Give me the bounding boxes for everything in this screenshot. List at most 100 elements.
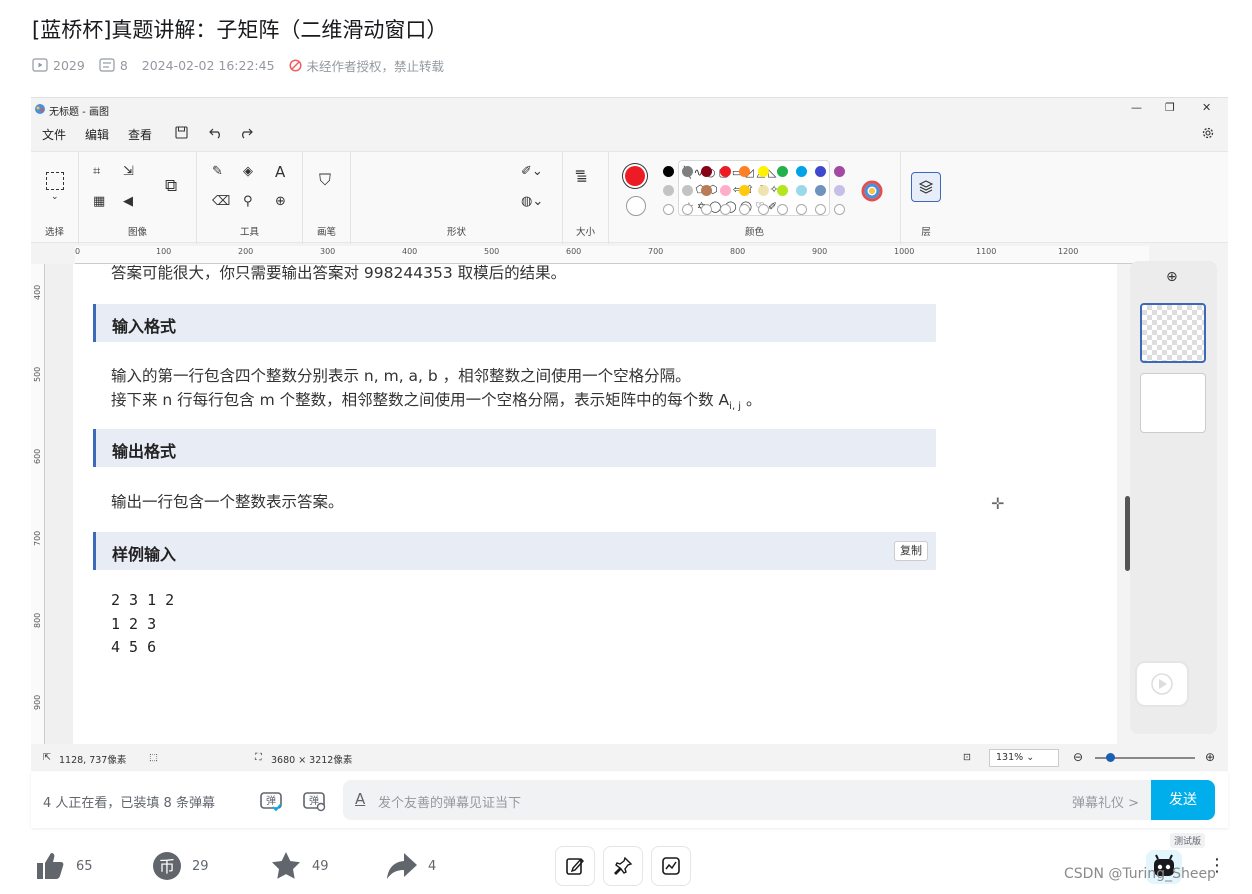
crop-icon[interactable]: ⌗: [93, 164, 100, 179]
edit-note-icon: [566, 857, 584, 875]
redo-icon[interactable]: [239, 126, 253, 139]
zoom-in-icon[interactable]: ⊕: [1205, 750, 1215, 764]
like-button[interactable]: 65: [34, 846, 93, 886]
layer-thumbnail[interactable]: [1140, 303, 1206, 363]
danmaku-settings-icon[interactable]: 弹: [301, 787, 327, 813]
secondary-color-swatch[interactable]: [626, 196, 646, 216]
play-icon: [1151, 673, 1173, 695]
video-player[interactable]: 无标题 - 画图 — ❐ ✕ 文件 编辑 查看 ⌄ 选择 ⌗ ⇲ ▦ ◀ ⧉ 图…: [31, 97, 1228, 771]
empty-color-slot[interactable]: [758, 204, 769, 215]
paint-menubar: 文件 编辑 查看: [31, 122, 1228, 144]
share-button[interactable]: 4: [386, 846, 436, 886]
paint-ribbon: ⌄ 选择 ⌗ ⇲ ▦ ◀ ⧉ 图像 ✎ ◈ A ⌫ ⚲ ⊕ 工具 ⛉ 画笔 ╲∿…: [31, 151, 1228, 244]
color-swatch[interactable]: [834, 185, 845, 196]
brush-icon[interactable]: ⛉: [319, 170, 331, 190]
video-meta: 2029 8 2024-02-02 16:22:45 未经作者授权，禁止转载: [32, 56, 458, 74]
color-swatch[interactable]: [758, 185, 769, 196]
stats-button[interactable]: [651, 846, 691, 886]
color-swatch[interactable]: [739, 166, 750, 177]
layers-icon: [918, 180, 934, 194]
primary-color-swatch[interactable]: [625, 166, 645, 186]
color-swatch[interactable]: [758, 166, 769, 177]
share-arrow-icon: [387, 853, 417, 879]
resize-icon[interactable]: ⇲: [123, 164, 134, 179]
outline-icon[interactable]: ✐⌄: [521, 164, 543, 179]
ribbon-group-select: ⌄ 选择: [31, 152, 79, 244]
empty-color-slot[interactable]: [663, 204, 674, 215]
magnifier-icon[interactable]: ⊕: [275, 194, 286, 209]
pin-button[interactable]: [603, 846, 643, 886]
add-layer-icon[interactable]: ⊕: [1166, 269, 1178, 285]
favorite-button[interactable]: 49: [270, 846, 329, 886]
color-swatch[interactable]: [796, 166, 807, 177]
close-button[interactable]: ✕: [1202, 101, 1211, 114]
color-swatch[interactable]: [720, 185, 731, 196]
pencil-icon[interactable]: ✎: [212, 164, 223, 179]
fill-icon[interactable]: ◈: [243, 164, 253, 179]
ribbon-group-layers: 层: [901, 152, 951, 244]
chevron-down-icon[interactable]: ⌄: [51, 192, 59, 202]
color-swatch[interactable]: [834, 166, 845, 177]
empty-color-slot[interactable]: [796, 204, 807, 215]
layer-thumbnail[interactable]: [1140, 373, 1206, 433]
note-button[interactable]: [555, 846, 595, 886]
rotate-icon[interactable]: ◀: [123, 194, 133, 209]
empty-color-slot[interactable]: [682, 204, 693, 215]
color-swatch[interactable]: [777, 166, 788, 177]
paint-canvas[interactable]: 答案可能很大，你只需要输出答案对 998244353 取模后的结果。 输入格式 …: [73, 264, 1117, 744]
send-button[interactable]: 发送: [1151, 780, 1215, 820]
danmaku-input[interactable]: A 发个友善的弹幕见证当下 弹幕礼仪 >: [343, 780, 1151, 820]
color-swatch[interactable]: [701, 185, 712, 196]
menu-view[interactable]: 查看: [128, 126, 152, 143]
copy-button[interactable]: 复制: [894, 541, 928, 561]
empty-color-slot[interactable]: [739, 204, 750, 215]
color-swatch[interactable]: [663, 185, 674, 196]
maximize-button[interactable]: ❐: [1165, 101, 1175, 114]
select-icon[interactable]: [46, 172, 64, 190]
svg-text:弹: 弹: [266, 794, 276, 807]
line-size-icon[interactable]: ═ ≡: [576, 166, 588, 186]
zoom-select[interactable]: 131% ⌄: [989, 749, 1059, 767]
canvas-area[interactable]: 答案可能很大，你只需要输出答案对 998244353 取模后的结果。 输入格式 …: [45, 264, 1130, 744]
text-icon[interactable]: A: [275, 163, 285, 181]
color-swatch[interactable]: [663, 166, 674, 177]
skew-icon[interactable]: ▦: [93, 194, 105, 209]
paint-statusbar: ⇱ 1128, 737像素 ⬚ ⛶ 3680 × 3212像素 ⊡ 131% ⌄…: [31, 747, 1228, 769]
empty-color-slot[interactable]: [777, 204, 788, 215]
settings-icon[interactable]: [1201, 126, 1215, 140]
color-swatch[interactable]: [796, 185, 807, 196]
menu-file[interactable]: 文件: [42, 126, 66, 143]
more-options-icon[interactable]: ⋮: [1208, 855, 1226, 876]
color-picker-icon[interactable]: ⚲: [243, 194, 253, 209]
layers-button[interactable]: [911, 172, 941, 202]
color-swatch[interactable]: [777, 185, 788, 196]
fit-icon[interactable]: ⊡: [963, 752, 971, 763]
eraser-icon[interactable]: ⌫: [212, 194, 230, 209]
color-swatch[interactable]: [720, 166, 731, 177]
color-swatch[interactable]: [682, 166, 693, 177]
play-count: 2029: [32, 58, 85, 73]
empty-color-slot[interactable]: [720, 204, 731, 215]
zoom-out-icon[interactable]: ⊖: [1073, 750, 1083, 764]
menu-edit[interactable]: 编辑: [85, 126, 109, 143]
danmaku-etiquette-link[interactable]: 弹幕礼仪 >: [1072, 792, 1139, 811]
empty-color-slot[interactable]: [815, 204, 826, 215]
color-swatch[interactable]: [739, 185, 750, 196]
save-icon[interactable]: [175, 126, 188, 139]
shape-fill-icon[interactable]: ◍⌄: [521, 194, 543, 209]
empty-color-slot[interactable]: [701, 204, 712, 215]
edit-colors-icon[interactable]: [861, 180, 883, 202]
color-swatch[interactable]: [815, 166, 826, 177]
color-swatch[interactable]: [682, 185, 693, 196]
empty-color-slot[interactable]: [834, 204, 845, 215]
danmaku-style-icon[interactable]: A: [355, 790, 365, 808]
color-swatch[interactable]: [701, 166, 712, 177]
minimize-button[interactable]: —: [1131, 101, 1142, 114]
coin-button[interactable]: 币 29: [152, 846, 209, 886]
paint-window-title: 无标题 - 画图: [49, 107, 109, 118]
zoom-slider-thumb[interactable]: [1106, 753, 1115, 762]
color-swatch[interactable]: [815, 185, 826, 196]
image-icon[interactable]: ⧉: [165, 176, 177, 196]
undo-icon[interactable]: [209, 126, 223, 139]
danmaku-toggle-icon[interactable]: 弹: [258, 787, 284, 813]
